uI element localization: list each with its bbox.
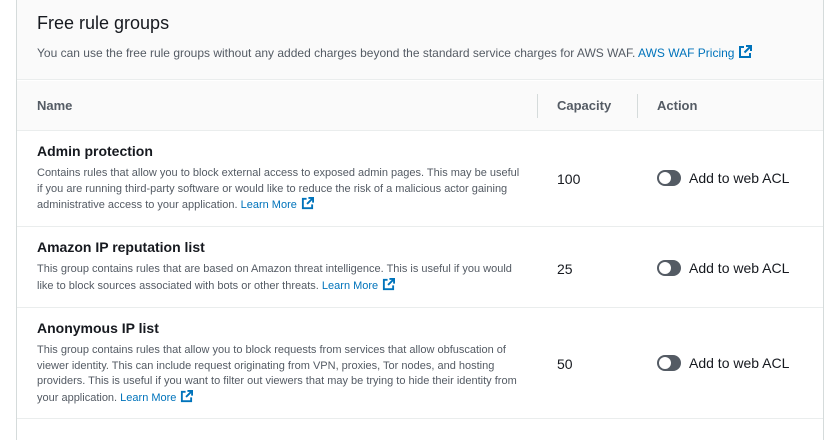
rule-group-description: This group contains rules that are based… [37, 262, 527, 294]
toggle-switch[interactable] [657, 355, 681, 371]
table-row: Admin protection Contains rules that all… [17, 131, 823, 227]
panel-header: Free rule groups You can use the free ru… [17, 0, 823, 80]
learn-more-link[interactable]: Learn More [240, 197, 314, 211]
learn-more-label: Learn More [321, 279, 379, 292]
rule-group-name: Admin protection [37, 143, 153, 159]
section-description: You can use the free rule groups without… [37, 45, 803, 60]
free-rule-groups-panel: Free rule groups You can use the free ru… [16, 0, 824, 440]
rule-group-capacity: 100 [557, 171, 581, 187]
toggle-knob [659, 262, 671, 274]
rule-group-description: Contains rules that allow you to block e… [37, 166, 527, 214]
toggle-switch[interactable] [657, 260, 681, 276]
learn-more-link[interactable]: Learn More [321, 277, 396, 292]
external-link-icon [181, 389, 194, 402]
table-row: Amazon IP reputation list This group con… [17, 227, 823, 308]
table-row: Anonymous IP list This group contains ru… [17, 308, 823, 419]
toggle-label: Add to web ACL [689, 170, 790, 186]
toggle-label: Add to web ACL [689, 260, 790, 276]
column-divider[interactable] [637, 94, 638, 118]
rule-group-description-text: This group contains rules that allow you… [37, 344, 517, 404]
toggle-switch[interactable] [657, 170, 681, 186]
aws-waf-pricing-link[interactable]: AWS WAF Pricing [638, 45, 753, 60]
toggle-label: Add to web ACL [689, 355, 790, 371]
rule-group-name: Amazon IP reputation list [37, 239, 205, 255]
column-header-name[interactable]: Name [37, 81, 72, 130]
rule-group-name: Anonymous IP list [37, 320, 159, 336]
learn-more-label: Learn More [120, 391, 177, 404]
rule-group-description-text: This group contains rules that are based… [37, 263, 512, 292]
add-to-web-acl-toggle[interactable]: Add to web ACL [657, 355, 789, 371]
learn-more-link[interactable]: Learn More [120, 389, 194, 404]
toggle-knob [659, 172, 671, 184]
column-header-action[interactable]: Action [657, 81, 697, 130]
external-link-icon [383, 277, 396, 290]
external-link-icon [301, 197, 314, 210]
table-header: Name Capacity Action [17, 81, 823, 131]
column-divider[interactable] [537, 94, 538, 118]
column-header-capacity[interactable]: Capacity [557, 81, 611, 130]
toggle-knob [659, 357, 671, 369]
rule-group-description: This group contains rules that allow you… [37, 343, 527, 406]
aws-waf-pricing-label: AWS WAF Pricing [638, 46, 735, 60]
learn-more-label: Learn More [240, 199, 297, 211]
rule-group-capacity: 50 [557, 356, 573, 372]
rule-group-capacity: 25 [557, 261, 573, 277]
external-link-icon [739, 45, 753, 58]
add-to-web-acl-toggle[interactable]: Add to web ACL [657, 170, 789, 186]
section-title: Free rule groups [37, 13, 170, 33]
section-description-text: You can use the free rule groups without… [37, 46, 636, 60]
add-to-web-acl-toggle[interactable]: Add to web ACL [657, 260, 789, 276]
